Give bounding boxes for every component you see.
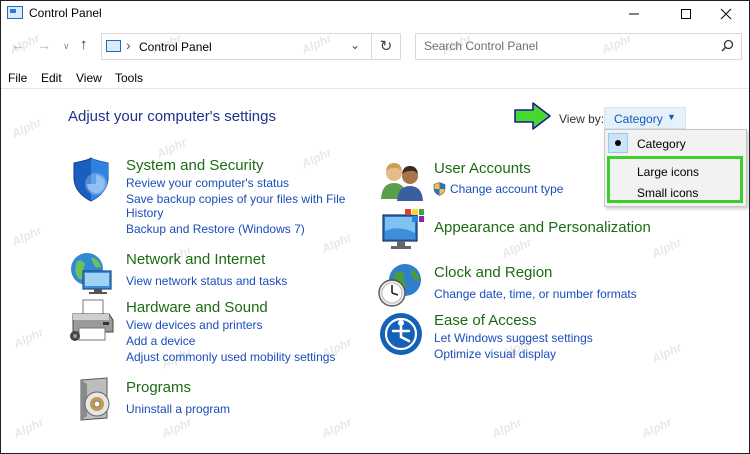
view-by-value: Category [614, 112, 663, 126]
watermark: Alphr [11, 325, 46, 351]
category-user-accounts[interactable]: User Accounts [434, 160, 531, 177]
link-date-time-formats[interactable]: Change date, time, or number formats [434, 287, 637, 302]
green-pointer-arrow-icon [514, 102, 551, 130]
link-devices-printers[interactable]: View devices and printers [126, 318, 263, 333]
recent-locations-chevron-icon[interactable]: ∨ [63, 41, 70, 52]
monitor-palette-icon [382, 209, 424, 249]
shield-icon [73, 157, 109, 202]
address-bar[interactable]: › Control Panel ⌄ [101, 33, 372, 60]
watermark: Alphr [11, 415, 46, 441]
watermark: Alphr [159, 415, 194, 441]
category-hardware[interactable]: Hardware and Sound [126, 299, 268, 316]
category-network[interactable]: Network and Internet [126, 251, 265, 268]
link-uninstall-program[interactable]: Uninstall a program [126, 402, 230, 417]
view-option-category[interactable]: Category [637, 137, 686, 151]
category-programs[interactable]: Programs [126, 379, 191, 396]
watermark: Alphr [649, 235, 684, 261]
link-add-device[interactable]: Add a device [126, 334, 195, 349]
menu-view[interactable]: View [76, 71, 102, 85]
link-optimize-display[interactable]: Optimize visual display [434, 347, 556, 362]
refresh-icon: ↻ [379, 38, 393, 55]
watermark: Alphr [649, 340, 684, 366]
ease-of-access-icon [380, 313, 422, 355]
programs-disc-icon [80, 377, 110, 421]
link-file-history-cont[interactable]: History [126, 206, 163, 221]
menu-tools[interactable]: Tools [115, 71, 143, 85]
close-button[interactable] [703, 1, 749, 27]
link-backup-restore[interactable]: Backup and Restore (Windows 7) [126, 222, 305, 237]
watermark: Alphr [639, 415, 674, 441]
category-appearance[interactable]: Appearance and Personalization [434, 219, 651, 236]
up-arrow-icon[interactable]: ↑ [80, 36, 88, 53]
link-mobility-settings[interactable]: Adjust commonly used mobility settings [126, 350, 335, 365]
users-icon [381, 163, 423, 201]
back-arrow-icon[interactable]: ← [11, 37, 25, 53]
search-box[interactable] [415, 33, 742, 60]
printer-icon [70, 299, 114, 341]
control-panel-window: Control Panel ← → ∨ ↑ › Control Panel ⌄ … [0, 0, 750, 454]
control-panel-icon [7, 6, 23, 19]
refresh-button[interactable]: ↻ [372, 33, 401, 60]
close-icon [720, 8, 732, 20]
minimize-button[interactable] [611, 1, 657, 27]
menu-edit[interactable]: Edit [41, 71, 62, 85]
category-system-security[interactable]: System and Security [126, 157, 264, 174]
watermark: Alphr [9, 115, 44, 141]
window-title: Control Panel [29, 6, 102, 20]
clock-globe-icon [378, 264, 421, 307]
forward-arrow-icon[interactable]: → [37, 37, 51, 53]
maximize-icon [681, 9, 691, 19]
menu-file[interactable]: File [8, 71, 27, 85]
category-ease-of-access[interactable]: Ease of Access [434, 312, 537, 329]
view-by-dropdown[interactable]: Category ▼ [604, 107, 686, 129]
address-dropdown-chevron-icon[interactable]: ⌄ [350, 38, 360, 52]
link-change-account-type[interactable]: Change account type [450, 182, 563, 197]
link-file-history[interactable]: Save backup copies of your files with Fi… [126, 192, 345, 207]
watermark: Alphr [299, 145, 334, 171]
category-clock-region[interactable]: Clock and Region [434, 264, 552, 281]
menu-bar: File Edit View Tools [1, 67, 749, 89]
link-network-status[interactable]: View network status and tasks [126, 274, 287, 289]
title-bar: Control Panel [1, 1, 749, 29]
view-by-label: View by: [559, 112, 605, 126]
watermark: Alphr [319, 230, 354, 256]
link-review-status[interactable]: Review your computer's status [126, 176, 289, 191]
chevron-down-icon: ▼ [667, 112, 676, 122]
breadcrumb-separator-icon[interactable]: › [126, 37, 131, 53]
watermark: Alphr [489, 415, 524, 441]
breadcrumb-control-panel[interactable]: Control Panel [139, 40, 212, 54]
search-icon[interactable] [721, 39, 734, 55]
network-globe-icon [71, 253, 112, 294]
address-row: ← → ∨ ↑ › Control Panel ⌄ ↻ [1, 29, 749, 65]
search-input[interactable] [424, 39, 714, 53]
watermark: Alphr [319, 415, 354, 441]
page-title: Adjust your computer's settings [68, 108, 276, 125]
selected-radio-icon [608, 133, 628, 153]
watermark: Alphr [9, 223, 44, 249]
link-windows-suggest[interactable]: Let Windows suggest settings [434, 331, 593, 346]
uac-shield-icon [433, 182, 446, 196]
watermark: Alphr [499, 235, 534, 261]
control-panel-icon [106, 40, 121, 52]
minimize-icon [629, 13, 639, 15]
highlight-box [607, 156, 743, 203]
